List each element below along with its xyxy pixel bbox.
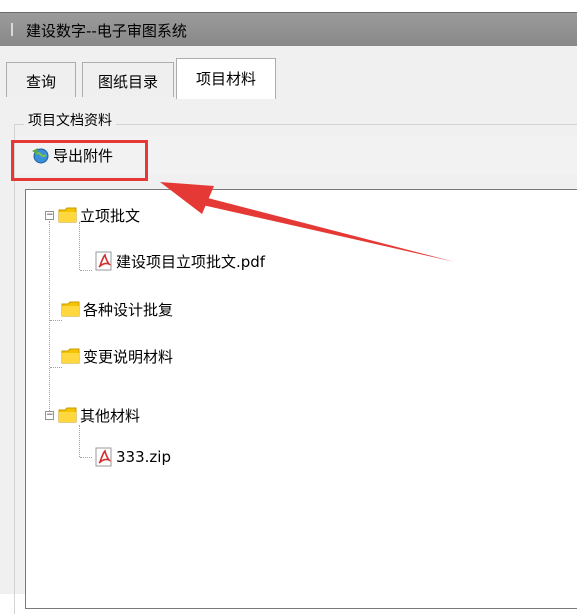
tab-project-materials-label: 项目材料 (195, 70, 256, 88)
tree-branch-line (80, 457, 92, 458)
tree-node-label: 变更说明材料 (83, 347, 174, 366)
top-strip (0, 0, 577, 12)
tree-node-folder[interactable]: 变更说明材料 (61, 345, 173, 367)
folder-icon (58, 207, 77, 223)
tab-strip: 查询 图纸目录 项目材料 (0, 46, 577, 99)
tree-node-folder[interactable]: 各种设计批复 (61, 298, 173, 320)
tree-node-label: 333.zip (116, 448, 171, 466)
tab-drawing-catalog-label: 图纸目录 (97, 73, 158, 91)
tree-branch-line (79, 425, 80, 457)
tree-branch-line (79, 222, 80, 270)
tree-node-label: 其他材料 (80, 406, 141, 425)
tree-root-line (49, 221, 50, 417)
tree-node-folder[interactable]: 其他材料 (58, 404, 140, 426)
tab-project-materials[interactable]: 项目材料 (176, 58, 276, 99)
tab-query[interactable]: 查询 (6, 62, 76, 98)
pdf-file-icon (95, 447, 112, 467)
folder-icon (61, 301, 80, 317)
folder-icon (61, 348, 80, 364)
group-label: 项目文档资料 (24, 110, 116, 130)
tree-node-folder[interactable]: 立项批文 (58, 204, 140, 226)
tree-branch-line (50, 320, 62, 321)
title-bar: 建设数字--电子审图系统 (0, 12, 577, 46)
folder-icon (58, 407, 77, 423)
tree-node-file[interactable]: 建设项目立项批文.pdf (94, 250, 265, 272)
project-materials-panel: 项目文档资料 导出附件 − − 立项批文 建设项目立项批文.pdf 各种设计批复… (0, 97, 577, 614)
pdf-file-icon (95, 251, 112, 271)
document-tree: − − 立项批文 建设项目立项批文.pdf 各种设计批复 变更说明材料 其他材料… (25, 189, 577, 609)
highlight-rectangle (11, 140, 148, 181)
tree-collapse-toggle[interactable]: − (45, 211, 54, 220)
tab-drawing-catalog[interactable]: 图纸目录 (82, 62, 174, 98)
tree-node-label: 立项批文 (80, 206, 141, 225)
window-title: 建设数字--电子审图系统 (26, 22, 187, 40)
tree-node-file[interactable]: 333.zip (94, 446, 171, 468)
drag-grip[interactable] (11, 23, 13, 36)
tree-branch-line (80, 270, 92, 271)
tree-node-label: 建设项目立项批文.pdf (116, 252, 266, 271)
tree-node-label: 各种设计批复 (83, 300, 174, 319)
tree-collapse-toggle[interactable]: − (45, 411, 54, 420)
tree-branch-line (50, 367, 62, 368)
tab-query-label: 查询 (25, 73, 56, 91)
